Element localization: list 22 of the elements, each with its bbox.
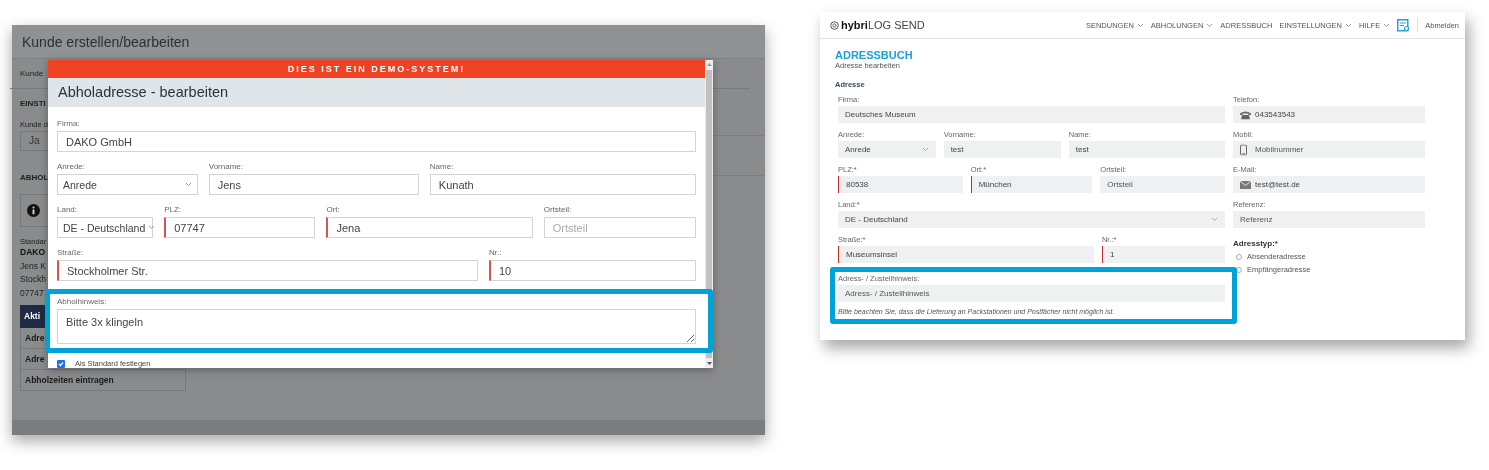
page-heading: ADRESSBUCH: [835, 49, 914, 61]
field-label: Firma:: [57, 119, 81, 128]
address-line: Jens K: [20, 259, 46, 273]
field-label: Anrede:: [57, 162, 87, 171]
address-line: Stockh: [20, 273, 46, 286]
field-label: Ortsteil:: [543, 205, 573, 214]
section-heading: EINSTI: [20, 99, 46, 108]
address-line: DAKO: [20, 246, 46, 259]
banner-text: DIES IST EIN DEMO-SYSTEM!: [287, 63, 466, 74]
section-heading: ABHOL: [20, 173, 49, 182]
page-title: Kunde erstellen/bearbeiten: [22, 33, 190, 50]
dialog-title: Abholadresse - bearbeiten: [58, 84, 229, 101]
field-label: Adresstyp:*: [1233, 239, 1279, 248]
field-label: Land:: [57, 205, 79, 214]
field-label: Name:: [429, 162, 455, 171]
address-line: 07747: [20, 286, 44, 300]
field-label: Vorname:: [208, 162, 244, 171]
field-label: Straße:: [57, 248, 85, 257]
field-label: Ort:: [326, 205, 341, 214]
field-label: Nr.:: [489, 248, 503, 257]
field-label: PLZ:: [164, 205, 183, 214]
field-label: Abholhinweis:: [57, 297, 108, 306]
